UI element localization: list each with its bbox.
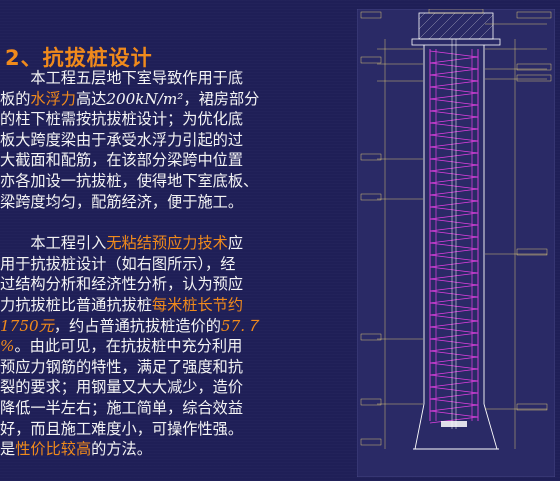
p1-line-1: 本工程五层地下室导致作用于底 (0, 69, 243, 87)
p2-text: 力抗拔桩比普通抗拔桩 (0, 295, 152, 314)
p1-line-2: 板的水浮力高达200kN/m²，裙房部分 (0, 89, 348, 110)
spiral-path (429, 50, 479, 424)
p2-text: 的方法。 (91, 440, 152, 459)
p2-line-4: 力抗拔桩比普通抗拔桩每米桩长节约 (0, 295, 348, 316)
p2-line-11: 是性价比较高的方法。 (0, 439, 348, 460)
highlight-savings-amount: 1750元 (0, 316, 54, 335)
p1-line-7: 梁跨度均匀，配筋经济，便于施工。 (0, 192, 243, 211)
p2-text: 是 (0, 440, 16, 459)
p2-line-10: 好，而且施工难度小，可操作性强。 (0, 419, 243, 438)
highlight-savings-per-meter: 每米桩长节约 (151, 295, 243, 314)
p2-text: 本工程引入 (0, 234, 107, 253)
p2-text: 。由此可见，在抗拔桩中充分利用 (14, 337, 243, 356)
paragraph-2: 本工程引入无粘结预应力技术应 用于抗拔桩设计（如右图所示），经 过结构分析和经济… (0, 233, 348, 460)
highlight-percent-sign: % (0, 337, 15, 356)
p2-text: ，约占普通抗拔桩造价的 (53, 316, 221, 335)
highlight-water-buoyancy: 水浮力 (30, 89, 76, 108)
pile-section-drawing (357, 9, 555, 477)
p2-line-1: 本工程引入无粘结预应力技术应 (0, 233, 348, 254)
paragraph-1: 本工程五层地下室导致作用于底 板的水浮力高达200kN/m²，裙房部分 的柱下桩… (0, 68, 348, 212)
spiral-reinforcement (429, 49, 479, 421)
p2-line-8: 裂的要求；用钢量又大大减少，造价 (0, 378, 243, 397)
p1-line-6: 亦各加设一抗拔桩，使得地下室底板、 (0, 171, 259, 190)
highlight-unbonded-prestress: 无粘结预应力技术 (106, 234, 228, 253)
p2-line-5: 1750元，约占普通抗拔桩造价的57.７ (0, 316, 348, 337)
p2-line-9: 降低一半左右；施工简单，综合效益 (0, 398, 243, 417)
p1-line-3: 的柱下桩需按抗拔桩设计；为优化底 (0, 110, 243, 129)
p2-line-2: 用于抗拔桩设计（如右图所示），经 (0, 254, 236, 273)
p1-text: 板的 (0, 89, 31, 108)
buoyancy-value: 200kN/m² (106, 89, 184, 108)
p2-text: 应 (227, 234, 243, 253)
highlight-cost-effective: 性价比较高 (15, 440, 92, 459)
p1-text: 高达 (75, 89, 107, 108)
p2-line-6: %。由此可见，在抗拔桩中充分利用 (0, 336, 348, 357)
p2-line-7: 预应力钢筋的特性，满足了强度和抗 (0, 357, 243, 376)
pile-drawing-svg (357, 9, 555, 477)
leader-lines (377, 23, 547, 449)
p1-text: ，裙房部分 (183, 89, 260, 108)
spiral-zigzag (429, 50, 479, 424)
slide: 2、抗拔桩设计 本工程五层地下室导致作用于底 板的水浮力高达200kN/m²，裙… (0, 0, 560, 481)
p1-line-5: 大截面和配筋，在该部分梁跨中位置 (0, 151, 243, 170)
p2-line-3: 过结构分析和经济性分析，认为预应 (0, 275, 243, 294)
highlight-percentage: 57.７ (220, 316, 261, 335)
slide-body-text: 本工程五层地下室导致作用于底 板的水浮力高达200kN/m²，裙房部分 的柱下桩… (0, 68, 348, 460)
anchor-plate (441, 421, 467, 427)
p1-line-4: 板大跨度梁由于承受水浮力引起的过 (0, 130, 243, 149)
